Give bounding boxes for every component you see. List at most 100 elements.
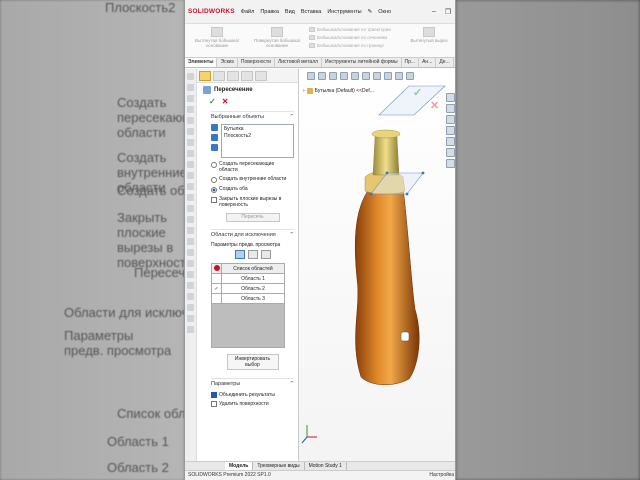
selected-header[interactable]: Выбранные объекты ⌃ <box>211 111 294 122</box>
plane-handle[interactable] <box>385 171 389 175</box>
strip-icon[interactable] <box>187 249 194 256</box>
plane-handle[interactable] <box>405 192 409 196</box>
list-item[interactable]: Бутылка <box>224 126 291 133</box>
preview-shaded-icon[interactable] <box>234 250 245 259</box>
merge-results-row[interactable]: Объединить результаты <box>211 391 294 398</box>
menu-insert[interactable]: Вставка <box>301 9 321 15</box>
boundary-boss-button[interactable]: Бобышка/основание по границе <box>309 43 405 48</box>
option-close-flat[interactable]: Закрыть плоские вырезы в поверхность <box>211 196 294 208</box>
configuration-manager-tab[interactable] <box>227 71 239 81</box>
delete-surfaces-checkbox[interactable] <box>211 401 217 407</box>
collapse-icon[interactable]: ⌃ <box>289 381 294 387</box>
bottle-body[interactable] <box>354 181 420 385</box>
region-check[interactable] <box>211 273 222 284</box>
tab-model[interactable]: Модель <box>225 462 254 470</box>
checkbox-close-flat[interactable] <box>211 197 217 203</box>
graphics-viewport[interactable]: › Бутылка (Default) <<Def... ✓ ✕ <box>299 69 455 461</box>
lofted-boss-button[interactable]: Бобышка/основание по сечениям <box>309 35 405 40</box>
strip-icon[interactable] <box>187 205 194 212</box>
strip-icon[interactable] <box>187 227 194 234</box>
body-icon[interactable] <box>211 124 218 131</box>
params-header[interactable]: Параметры ⌃ <box>211 378 294 389</box>
strip-icon[interactable] <box>187 183 194 190</box>
strip-icon[interactable] <box>187 128 194 135</box>
plane-handle[interactable] <box>369 192 373 196</box>
dim-expert-tab[interactable] <box>241 71 253 81</box>
bottle-neck[interactable] <box>372 136 400 176</box>
extruded-cut-button[interactable]: Вытянутый вырез <box>409 27 449 43</box>
collapse-icon[interactable]: ⌃ <box>289 114 294 120</box>
strip-icon[interactable] <box>187 326 194 333</box>
strip-icon[interactable] <box>187 304 194 311</box>
revolved-boss-button[interactable]: Повернутая бобышка/основание <box>249 27 305 48</box>
tab-sheet-metal[interactable]: Листовой металл <box>275 58 323 67</box>
body-icon[interactable] <box>211 144 218 151</box>
property-manager-tab[interactable] <box>213 71 225 81</box>
intersect-button[interactable]: Пересечь <box>225 213 280 222</box>
region-callout-icon[interactable] <box>400 331 410 342</box>
region-check[interactable]: ✓ <box>211 283 222 294</box>
strip-icon[interactable] <box>187 95 194 102</box>
strip-icon[interactable] <box>187 282 194 289</box>
strip-icon[interactable] <box>187 117 194 124</box>
radio-internal[interactable] <box>211 177 217 183</box>
body-icon[interactable] <box>211 134 218 141</box>
ok-button[interactable]: ✓ <box>209 97 216 106</box>
option-internal[interactable]: Создать внутренние области <box>211 176 294 183</box>
menu-view[interactable]: Вид <box>285 9 295 15</box>
selection-list[interactable]: Бутылка Плоскость2 <box>221 124 294 158</box>
minimize-icon[interactable]: – <box>430 8 438 15</box>
cancel-button[interactable]: ✕ <box>222 97 229 106</box>
preview-transparent-icon[interactable] <box>260 250 271 259</box>
strip-icon[interactable] <box>187 216 194 223</box>
strip-icon[interactable] <box>187 194 194 201</box>
strip-icon[interactable] <box>187 73 194 80</box>
tab-sketch[interactable]: Эскиз <box>217 58 238 67</box>
option-both[interactable]: Создать оба <box>211 186 294 193</box>
merge-results-checkbox[interactable] <box>211 392 217 398</box>
menu-tools[interactable]: Инструменты <box>327 9 361 15</box>
plane-handle[interactable] <box>421 171 425 175</box>
feature-manager-tab[interactable] <box>199 71 211 81</box>
strip-icon[interactable] <box>187 172 194 179</box>
strip-icon[interactable] <box>187 271 194 278</box>
strip-icon[interactable] <box>187 150 194 157</box>
tab-more-2[interactable]: Ан... <box>419 58 437 67</box>
strip-icon[interactable] <box>187 161 194 168</box>
tab-more-1[interactable]: Пр... <box>402 58 420 67</box>
delete-surfaces-row[interactable]: Удалить поверхности <box>211 400 294 407</box>
status-customize[interactable]: Настройка <box>429 472 454 478</box>
plane-upper[interactable] <box>378 85 446 116</box>
strip-icon[interactable] <box>187 139 194 146</box>
tab-surfaces[interactable]: Поверхности <box>238 58 275 67</box>
menu-edit[interactable]: Правка <box>260 9 279 15</box>
radio-intersecting[interactable] <box>211 162 217 168</box>
menu-window[interactable]: Окно <box>378 9 391 15</box>
strip-icon[interactable] <box>187 106 194 113</box>
menu-file[interactable]: Файл <box>241 9 255 15</box>
table-row[interactable]: ✓ Область 2 <box>211 283 285 294</box>
strip-icon[interactable] <box>187 260 194 267</box>
pin-icon[interactable]: ✎ <box>368 9 373 15</box>
collapse-icon[interactable]: ⌃ <box>289 232 294 238</box>
option-intersecting[interactable]: Создать пересекающие области <box>211 161 294 173</box>
exclude-header[interactable]: Области для исключения ⌃ <box>211 229 294 240</box>
strip-icon[interactable] <box>187 238 194 245</box>
tab-motion-study[interactable]: Motion Study 1 <box>305 462 347 470</box>
table-row[interactable]: Область 1 <box>211 273 285 284</box>
tab-mold-tools[interactable]: Инструменты литейной формы <box>322 58 402 67</box>
tab-more-3[interactable]: Де... <box>436 58 454 67</box>
restore-icon[interactable]: ❐ <box>444 8 452 16</box>
region-check[interactable] <box>211 293 222 304</box>
bottle-lip[interactable] <box>371 129 401 139</box>
list-item[interactable]: Плоскость2 <box>224 133 291 140</box>
invert-selection-button[interactable]: Инвертировать выбор <box>226 354 279 370</box>
tab-3d-views[interactable]: Трехмерные виды <box>253 462 305 470</box>
display-manager-tab[interactable] <box>255 71 267 81</box>
table-row[interactable]: Область 3 <box>211 293 285 304</box>
extruded-boss-button[interactable]: Вытянутая бобышка/основание <box>189 27 245 48</box>
strip-icon[interactable] <box>187 293 194 300</box>
preview-none-icon[interactable] <box>247 250 258 259</box>
strip-icon[interactable] <box>187 315 194 322</box>
radio-both[interactable] <box>211 187 217 193</box>
